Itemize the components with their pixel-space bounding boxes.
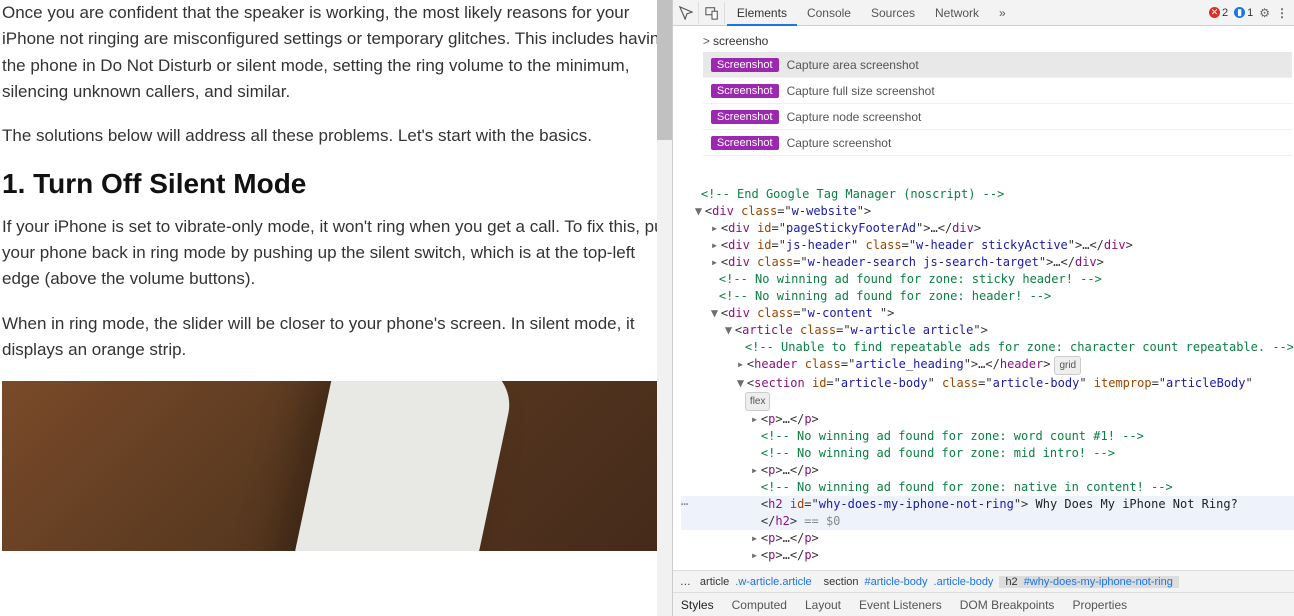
command-query-text: screensho [713,34,768,48]
tab-elements[interactable]: Elements [727,0,797,26]
dom-tree[interactable]: <!-- End Google Tag Manager (noscript) -… [673,184,1294,570]
tabs-overflow-icon[interactable]: » [989,0,1016,26]
devtools-panel: Elements Console Sources Network » ✕2 ▮1… [672,0,1294,616]
toolbar-right: ✕2 ▮1 ⚙ ⋮ [1209,6,1292,20]
paragraph: Once you are confident that the speaker … [2,0,672,105]
command-category-tag: Screenshot [711,84,779,98]
tab-network[interactable]: Network [925,0,989,26]
info-count: 1 [1247,7,1253,19]
command-category-tag: Screenshot [711,136,779,150]
page-scrollbar-track[interactable] [657,0,672,616]
command-menu-dropdown: Screenshot Capture area screenshot Scree… [703,52,1292,156]
panel-tab-computed[interactable]: Computed [732,598,787,612]
devtools-tabs: Elements Console Sources Network » [727,0,1207,26]
device-toggle-icon[interactable] [701,2,725,24]
dom-breadcrumb[interactable]: … article.w-article.article section#arti… [673,570,1294,592]
panel-tab-styles[interactable]: Styles [681,598,714,612]
command-category-tag: Screenshot [711,110,779,124]
section-heading: 1. Turn Off Silent Mode [2,168,672,200]
command-label: Capture full size screenshot [787,84,935,98]
devtools-toolbar: Elements Console Sources Network » ✕2 ▮1… [673,0,1294,26]
flex-badge[interactable]: flex [745,392,771,411]
panel-tab-event-listeners[interactable]: Event Listeners [859,598,942,612]
command-label: Capture area screenshot [787,58,919,72]
styles-panel-tabs: Styles Computed Layout Event Listeners D… [673,592,1294,616]
command-label: Capture screenshot [787,136,892,150]
error-count-badge[interactable]: ✕2 [1209,7,1228,19]
error-count: 2 [1222,7,1228,19]
paragraph: If your iPhone is set to vibrate-only mo… [2,214,672,293]
selected-node-ref: == $0 [804,514,840,528]
command-item-capture-full[interactable]: Screenshot Capture full size screenshot [703,78,1292,104]
paragraph: When in ring mode, the slider will be cl… [2,311,672,364]
grid-badge[interactable]: grid [1054,356,1081,375]
phone-illustration [287,381,517,551]
command-category-tag: Screenshot [711,58,779,72]
panel-tab-properties[interactable]: Properties [1072,598,1127,612]
command-item-capture-area[interactable]: Screenshot Capture area screenshot [703,52,1292,78]
command-menu-input[interactable]: screensho [703,30,1288,52]
inspect-element-icon[interactable] [675,2,699,24]
breadcrumb-item[interactable]: section#article-body.article-body [818,576,1000,588]
breadcrumb-item-selected[interactable]: h2#why-does-my-iphone-not-ring [999,576,1178,588]
breadcrumb-item[interactable]: article.w-article.article [694,576,818,588]
command-label: Capture node screenshot [787,110,922,124]
dom-comment: <!-- End Google Tag Manager (noscript) -… [701,187,1004,201]
command-item-capture-node[interactable]: Screenshot Capture node screenshot [703,104,1292,130]
panel-tab-layout[interactable]: Layout [805,598,841,612]
breadcrumb-overflow[interactable]: … [677,576,694,588]
info-count-badge[interactable]: ▮1 [1234,7,1253,19]
command-item-capture-screenshot[interactable]: Screenshot Capture screenshot [703,130,1292,156]
webpage-content: Once you are confident that the speaker … [0,0,672,616]
page-scrollbar-thumb[interactable] [657,0,672,140]
selected-dom-node[interactable]: ⋯<h2 id="why-does-my-iphone-not-ring"> W… [681,496,1294,513]
article-image [2,381,672,551]
settings-gear-icon[interactable]: ⚙ [1259,6,1270,20]
tab-console[interactable]: Console [797,0,861,26]
paragraph: The solutions below will address all the… [2,123,672,149]
panel-tab-dom-breakpoints[interactable]: DOM Breakpoints [960,598,1055,612]
more-menu-icon[interactable]: ⋮ [1276,6,1288,20]
tab-sources[interactable]: Sources [861,0,925,26]
